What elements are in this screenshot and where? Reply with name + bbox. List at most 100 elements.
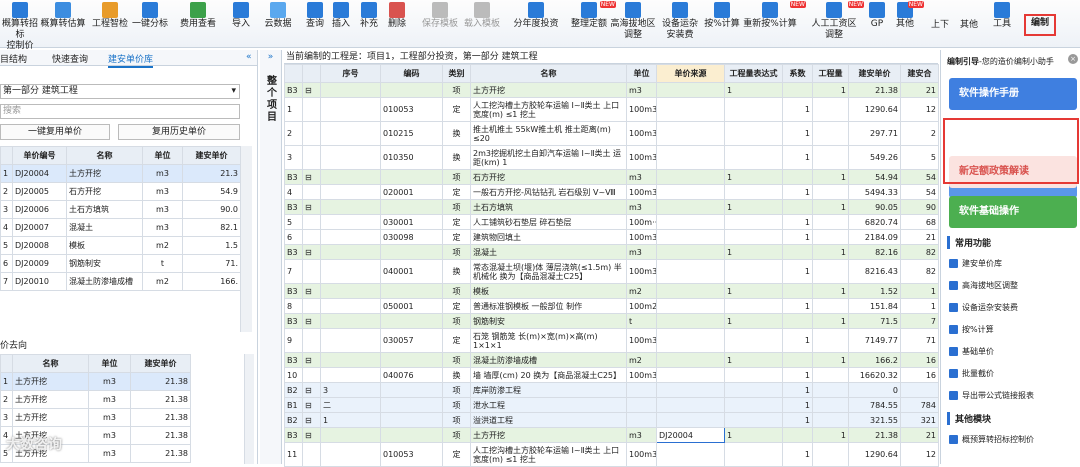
table-row[interactable]: B2 ⊟ 1 项溢洪道工程 1 321.55 321	[284, 412, 939, 428]
table-row[interactable]: 1 010053 定人工挖沟槽土方胶轮车运输 Ⅰ~Ⅱ类土 上口宽度(m) ≤1 挖土…	[284, 97, 939, 122]
tab-price-library[interactable]: 建安单价库	[108, 52, 154, 68]
table-cell: DJ20006	[12, 200, 67, 219]
guide-highlight	[943, 118, 1079, 184]
table-cell: 人工铺筑砂石垫层 碎石垫层	[470, 214, 627, 230]
close-icon[interactable]: ×	[1068, 54, 1078, 64]
labor-wage-button[interactable]: 人工工资区 调整 NEW	[810, 1, 864, 41]
basic-operation-card[interactable]: 软件基础操作	[949, 196, 1077, 228]
table-row[interactable]: 8 050001 定普通标准钢模板 一般部位 制作 100m2 1 151.84 1	[284, 298, 939, 314]
split-bid-button[interactable]: 一键分标	[130, 2, 170, 30]
table-row[interactable]: 9 030057 定石笼 钢筋笼 长(m)×宽(m)×高(m) 1×1×1 100m3…	[284, 328, 939, 353]
supplement-button[interactable]: 补充	[356, 2, 382, 30]
function-icon	[949, 391, 958, 400]
table-cell	[782, 283, 813, 299]
table-row[interactable]: B2 ⊟ 3 项库岸防渗工程 1 0	[284, 382, 939, 398]
delete-button[interactable]: 删除	[384, 2, 410, 30]
arrange-quota-button[interactable]: 整理定额 NEW	[568, 1, 616, 30]
table-row[interactable]: 3 土方开挖 m3 21.38	[0, 408, 191, 427]
import-button[interactable]: 导入	[228, 2, 254, 30]
common-function-item[interactable]: 导出带公式链接报表	[949, 390, 1034, 401]
table-cell: 1	[812, 244, 849, 260]
gp-button[interactable]: GP	[866, 2, 888, 30]
search-input[interactable]: 搜索	[0, 104, 240, 119]
table-row[interactable]: 2 010215 换推土机推土 55kW推土机 推土距离(m) ≤20 100m3 1 2…	[284, 121, 939, 146]
table-row[interactable]: B3 ⊟ 项石方开挖 m3 1 1 54.94 54	[284, 169, 939, 185]
table-row[interactable]: B1 ⊟ 二 项泄水工程 1 784.55 784	[284, 397, 939, 413]
manual-card[interactable]: 软件操作手册	[949, 78, 1077, 110]
table-row[interactable]: B3 ⊟ 项模板 m2 1 1 1.52 1	[284, 283, 939, 299]
table-cell: 549.26	[848, 145, 901, 170]
table-cell	[724, 229, 783, 245]
insert-button[interactable]: 插入	[328, 2, 354, 30]
guide-panel: 编制引导-您的造价编制小助手 × 软件操作手册 新定额操作指南 新定额政策解读 …	[940, 50, 1080, 464]
table-cell	[724, 214, 783, 230]
table-row[interactable]: 5 DJ20008 模板 m2 1.5	[0, 236, 241, 255]
table-row[interactable]: 1 土方开挖 m3 21.38	[0, 372, 191, 391]
query-button[interactable]: 查询	[302, 2, 328, 30]
percent-calc-button[interactable]: 按%计算	[704, 2, 740, 30]
table-row[interactable]: 3 010350 换 2m3挖掘机挖土自卸汽车运输 Ⅰ~Ⅱ类土 运距(km) 1 100…	[284, 145, 939, 170]
toolbar: 概算转招标 控制价 概算转估算 工程智检 一键分标 费用查看 导入 云数据 查询 …	[0, 0, 1080, 51]
whole-project-tab[interactable]: 整个项目	[262, 76, 282, 124]
common-function-item[interactable]: 设备运杂安装费	[949, 302, 1034, 313]
table-row[interactable]: 3 DJ20006 土石方填筑 m3 90.0	[0, 200, 241, 219]
common-function-item[interactable]: 基础单价	[949, 346, 1034, 357]
direction-scrollbar[interactable]	[244, 354, 254, 464]
table-row[interactable]: 6 DJ20009 钢筋制安 t 71.	[0, 254, 241, 273]
convert-estimate-button[interactable]: 概算转估算	[40, 2, 86, 30]
history-reuse-button[interactable]: 复用历史单价	[118, 124, 240, 140]
other-button-1[interactable]: 其他 NEW	[892, 1, 924, 30]
table-row[interactable]: B3 ⊟ 项混凝土 m3 1 1 82.16 82	[284, 244, 939, 260]
table-row[interactable]: B3 ⊟ 项土方开挖 m3 DJ20004 1 1 21.38 21	[284, 427, 939, 443]
table-cell: 16	[900, 367, 939, 383]
table-cell: 71	[900, 328, 939, 353]
view-cost-button[interactable]: 费用查看	[178, 2, 218, 30]
table-row[interactable]: 2 土方开挖 m3 21.38	[0, 390, 191, 409]
high-altitude-button[interactable]: 高海拔地区 调整	[610, 2, 656, 41]
collapse-main-icon[interactable]: »	[260, 52, 281, 62]
table-cell: 1	[782, 367, 813, 383]
table-cell: B3	[284, 169, 303, 185]
price-table-scrollbar[interactable]	[240, 146, 252, 332]
table-row[interactable]: 5 030001定人工铺筑砂石垫层 碎石垫层100m··· 1 6820.7468	[284, 214, 939, 230]
tools-button[interactable]: 工具	[990, 2, 1014, 30]
tab-project-structure[interactable]: 目结构	[0, 52, 27, 65]
equipment-fee-button[interactable]: 设备运杂 安装费	[660, 2, 700, 41]
table-row[interactable]: B3 ⊟ 项土石方填筑 m3 1 1 90.05 90	[284, 199, 939, 215]
table-row[interactable]: 7 040001 换常态混凝土坝(堰)体 薄层浇筑(≤1.5m) 半机械化 换为【商…	[284, 259, 939, 284]
common-function-item[interactable]: 按%计算	[949, 324, 1034, 335]
common-function-item[interactable]: 建安单价库	[949, 258, 1034, 269]
table-cell: 1	[782, 259, 813, 284]
load-template-button[interactable]: 载入模板	[462, 2, 502, 30]
annual-investment-button[interactable]: 分年度投资	[512, 2, 560, 30]
table-cell: 常态混凝土坝(堰)体 薄层浇筑(≤1.5m) 半机械化 换为【商品混凝土C25】	[470, 259, 627, 284]
table-row[interactable]: 1 DJ20004 土方开挖 m3 21.3	[0, 164, 241, 183]
table-row[interactable]: 2 DJ20005 石方开挖 m3 54.9	[0, 182, 241, 201]
up-down-button[interactable]: 上下	[928, 20, 952, 31]
table-row[interactable]: 4 020001 定一般石方开挖-风钻钻孔 岩石级别 Ⅴ~Ⅷ 100m3 1 5494.3…	[284, 184, 939, 200]
table-row[interactable]: B3 ⊟ 项混凝土防渗墙成槽 m2 1 1 166.2 16	[284, 352, 939, 368]
project-select[interactable]: 第一部分 建筑工程 ▾	[0, 84, 240, 99]
smart-check-button[interactable]: 工程智检	[90, 2, 130, 30]
collapse-left-icon[interactable]: «	[246, 52, 252, 62]
other-module-item[interactable]: 概预算转招标控制价	[949, 434, 1034, 445]
table-row[interactable]: 7 DJ20010 混凝土防渗墙成槽 m2 166.	[0, 272, 241, 291]
table-row[interactable]: 6 030098 定建筑物回填土 100m3 1 2184.09 21	[284, 229, 939, 245]
table-cell: 040076	[380, 367, 443, 383]
table-row[interactable]: 11 010053 定人工挖沟槽土方胶轮车运输 Ⅰ~Ⅱ类土 上口宽度(m) ≤1 挖…	[284, 442, 939, 467]
table-row[interactable]: 4 DJ20007 混凝土 m3 82.1	[0, 218, 241, 237]
table-row[interactable]: B3 ⊟ 项土方开挖 m3 1 1 21.38 21	[284, 82, 939, 98]
insert-icon	[333, 2, 349, 18]
other-button-2[interactable]: 其他	[956, 20, 982, 31]
common-function-item[interactable]: 批量截价	[949, 368, 1034, 379]
tab-quick-query[interactable]: 快速查询	[52, 52, 88, 65]
convert-tender-button[interactable]: 概算转招标 控制价	[0, 2, 40, 52]
common-function-item[interactable]: 高海拔地区调整	[949, 280, 1034, 291]
mountain-icon	[625, 2, 641, 18]
save-template-button[interactable]: 保存模板	[420, 2, 460, 30]
table-row[interactable]: 10 040076 换墙 墙厚(cm) 20 换为【商品混凝土C25】 100m3 1 1…	[284, 367, 939, 383]
cloud-data-button[interactable]: 云数据	[262, 2, 294, 30]
recalc-percent-button[interactable]: 重新按%计算 NEW	[740, 1, 806, 30]
table-row[interactable]: B3 ⊟ 项钢筋制安 t 1 1 71.5 7	[284, 313, 939, 329]
one-key-reuse-button[interactable]: 一键复用单价	[0, 124, 110, 140]
